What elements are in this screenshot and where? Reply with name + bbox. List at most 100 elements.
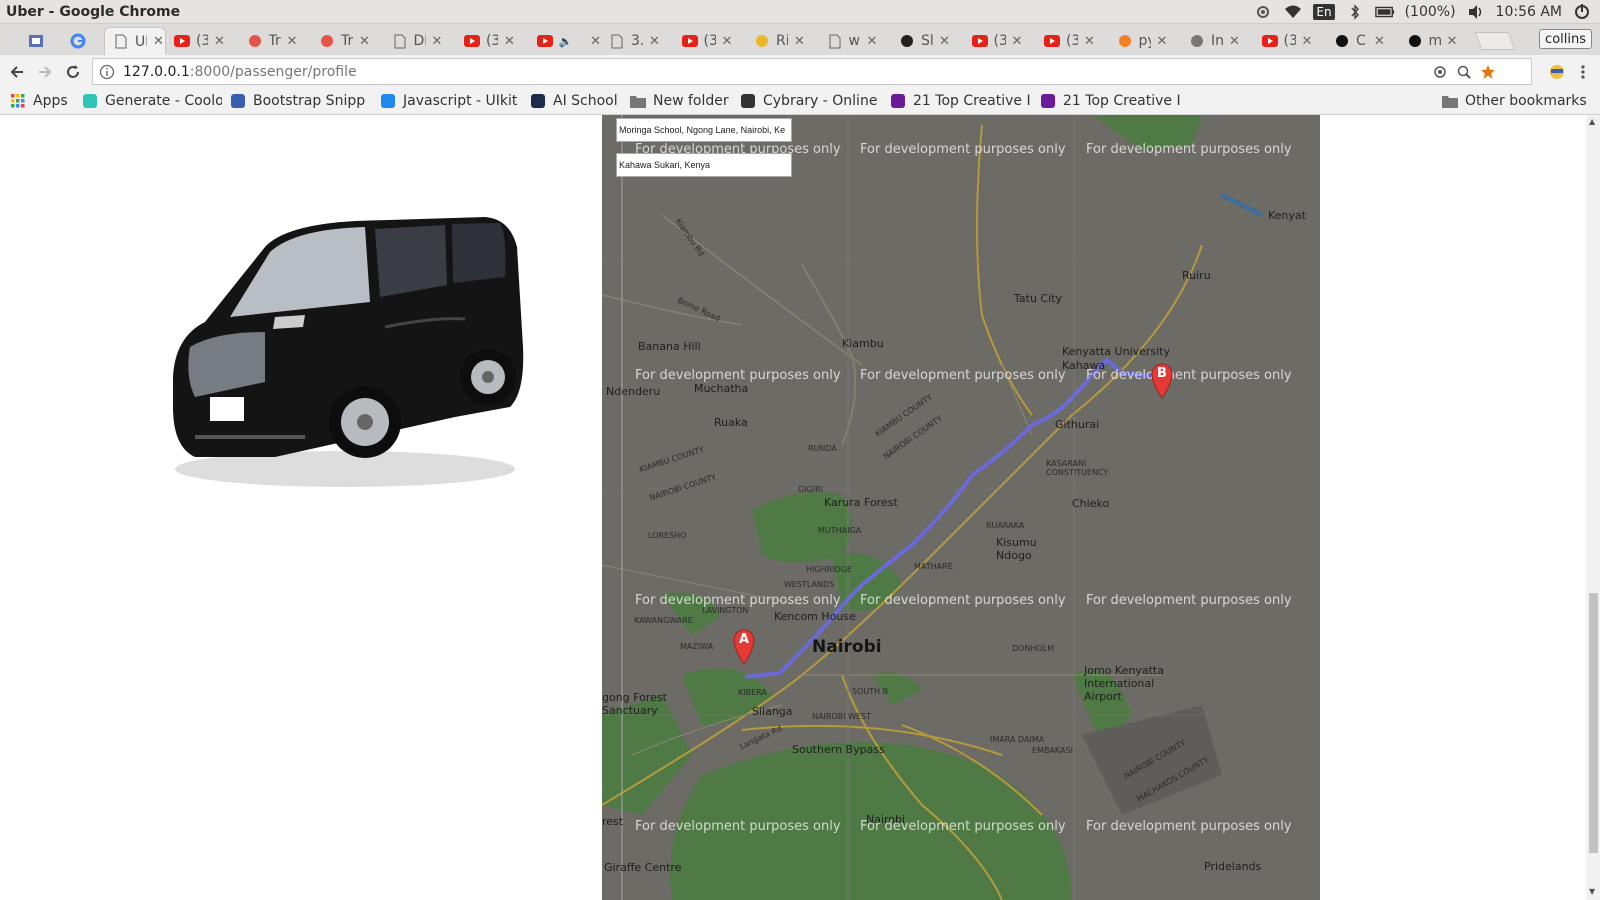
browser-tab[interactable]: (3 ✕: [674, 27, 747, 55]
profile-button[interactable]: collins: [1539, 29, 1592, 49]
system-tray: En (100%) 10:56 AM: [1253, 0, 1592, 24]
bookmark-label: Javascript - UIkit: [403, 93, 518, 109]
browser-tab[interactable]: 3. ✕: [601, 27, 674, 55]
close-tab-icon[interactable]: ✕: [722, 34, 733, 49]
scroll-up-arrow[interactable]: ▲: [1589, 117, 1595, 126]
browser-tab[interactable]: Sl ✕: [891, 27, 964, 55]
back-button[interactable]: [6, 61, 28, 83]
origin-input[interactable]: Moringa School, Ngong Lane, Nairobi, Ke: [616, 118, 792, 142]
bookmark-item[interactable]: Generate - Coolo: [82, 91, 222, 111]
battery-percent: (100%): [1404, 4, 1456, 20]
bookmark-label: 21 Top Creative I: [1063, 93, 1180, 109]
battery-icon[interactable]: [1374, 3, 1395, 21]
browser-tab[interactable]: (3 ✕: [456, 27, 529, 55]
menu-icon[interactable]: [1572, 61, 1594, 83]
close-tab-icon[interactable]: ✕: [939, 34, 950, 49]
tab-title: Di: [413, 33, 426, 49]
marker-a[interactable]: A: [732, 629, 756, 665]
dev-watermark: For development purposes only: [860, 593, 1066, 608]
scroll-thumb[interactable]: [1589, 593, 1598, 853]
youtube-icon: [464, 33, 480, 49]
close-tab-icon[interactable]: ✕: [153, 34, 164, 49]
browser-tab[interactable]: In ✕: [1181, 27, 1254, 55]
map-place-label: MUTHAIGA: [818, 526, 862, 535]
bookmark-item[interactable]: 21 Top Creative I: [1040, 91, 1180, 111]
browser-tab[interactable]: py ✕: [1109, 27, 1182, 55]
map-place-label: Karura Forest: [824, 496, 898, 509]
close-tab-icon[interactable]: ✕: [1157, 34, 1168, 49]
browser-tab[interactable]: (3 ✕: [166, 27, 239, 55]
browser-tab[interactable]: (3 ✕: [964, 27, 1037, 55]
bookmark-item[interactable]: 21 Top Creative I: [890, 91, 1030, 111]
scroll-down-arrow[interactable]: ▼: [1589, 887, 1595, 896]
close-tab-icon[interactable]: ✕: [1447, 34, 1458, 49]
other-bookmarks[interactable]: Other bookmarks: [1442, 91, 1587, 111]
location-icon[interactable]: [1431, 63, 1449, 81]
map-place-label: Chieko: [1072, 497, 1110, 510]
close-tab-icon[interactable]: ✕: [287, 34, 298, 49]
bookmark-item[interactable]: Bootstrap Snipp: [230, 91, 370, 111]
pinned-tab[interactable]: [22, 27, 48, 55]
keyboard-language[interactable]: En: [1313, 4, 1335, 20]
close-tab-icon[interactable]: ✕: [359, 34, 370, 49]
dev-watermark: For development purposes only: [1086, 368, 1292, 383]
youtube-icon: [971, 33, 988, 49]
close-tab-icon[interactable]: ✕: [867, 34, 878, 49]
new-tab-button[interactable]: [1474, 32, 1516, 50]
zoom-icon[interactable]: [1455, 63, 1473, 81]
map-canvas[interactable]: [602, 115, 1320, 900]
browser-tab[interactable]: Di ✕: [384, 27, 457, 55]
bookmark-item[interactable]: Cybrary - Online: [740, 91, 878, 111]
tab-title: C: [1356, 33, 1366, 49]
address-bar[interactable]: 127.0.0.1:8000/passenger/profile: [92, 58, 1532, 85]
close-tab-icon[interactable]: ✕: [1229, 34, 1240, 49]
trello-icon: [319, 33, 335, 49]
info-icon[interactable]: [99, 64, 115, 80]
forward-button[interactable]: [34, 61, 56, 83]
bookmark-item[interactable]: AI School: [530, 91, 625, 111]
browser-tab[interactable]: Ul ✕: [104, 27, 166, 55]
page-icon: [827, 33, 843, 49]
reload-button[interactable]: [62, 61, 84, 83]
page-scrollbar[interactable]: ▲ ▼: [1586, 115, 1600, 900]
browser-tab[interactable]: (3 ✕: [1036, 27, 1109, 55]
tab-title: (3: [196, 33, 208, 49]
close-tab-icon[interactable]: ✕: [1084, 34, 1095, 49]
browser-tab[interactable]: Tr ✕: [239, 27, 312, 55]
bookmark-star-icon[interactable]: [1479, 63, 1497, 81]
clock[interactable]: 10:56 AM: [1496, 4, 1562, 20]
audio-icon[interactable]: 🔈: [559, 35, 573, 48]
close-tab-icon[interactable]: ✕: [1302, 34, 1313, 49]
close-tab-icon[interactable]: ✕: [214, 34, 225, 49]
volume-icon[interactable]: [1466, 3, 1486, 21]
bluetooth-icon[interactable]: [1345, 3, 1365, 21]
close-tab-icon[interactable]: ✕: [649, 34, 660, 49]
settings-indicator-icon[interactable]: [1253, 3, 1273, 21]
bookmark-item[interactable]: Apps: [10, 91, 70, 111]
close-tab-icon[interactable]: ✕: [1374, 34, 1385, 49]
map-place-label: Ruiru: [1182, 269, 1211, 282]
route-map[interactable]: Tatu City Ruiru Kenyatta University Kahawa G…: [602, 115, 1320, 900]
close-tab-icon[interactable]: ✕: [504, 34, 515, 49]
wifi-icon[interactable]: [1283, 3, 1303, 21]
destination-input[interactable]: Kahawa Sukari, Kenya: [616, 153, 792, 177]
bookmark-item[interactable]: Javascript - UIkit: [380, 91, 520, 111]
bookmark-item[interactable]: New folder: [630, 91, 730, 111]
browser-tab[interactable]: m ✕: [1399, 27, 1472, 55]
extension-icon[interactable]: [1546, 61, 1568, 83]
os-top-bar: Uber - Google Chrome En (100%) 10:56 AM: [0, 0, 1600, 24]
car-image: [173, 217, 524, 487]
browser-tab[interactable]: 🔈 ✕: [529, 27, 601, 55]
google-tab[interactable]: [62, 27, 92, 55]
close-tab-icon[interactable]: ✕: [794, 34, 805, 49]
browser-tab[interactable]: Ri ✕: [746, 27, 819, 55]
marker-b[interactable]: B: [1150, 363, 1174, 399]
browser-tab[interactable]: (3 ✕: [1254, 27, 1327, 55]
close-tab-icon[interactable]: ✕: [590, 34, 601, 49]
browser-tab[interactable]: w ✕: [819, 27, 892, 55]
power-icon[interactable]: [1572, 3, 1592, 21]
close-tab-icon[interactable]: ✕: [1012, 34, 1023, 49]
browser-tab[interactable]: C ✕: [1326, 27, 1399, 55]
close-tab-icon[interactable]: ✕: [432, 34, 443, 49]
browser-tab[interactable]: Tr ✕: [311, 27, 384, 55]
